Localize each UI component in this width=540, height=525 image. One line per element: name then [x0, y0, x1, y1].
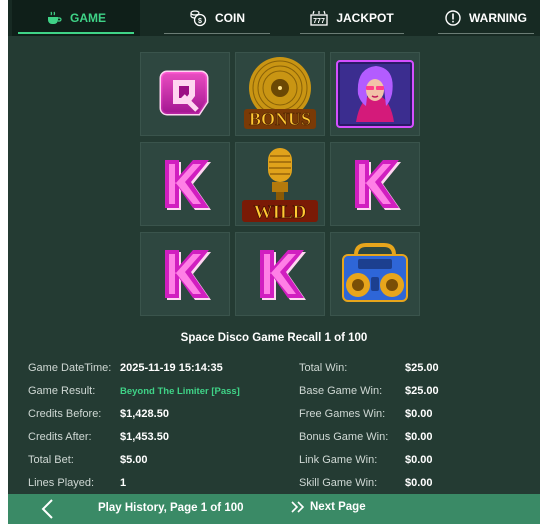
detail-value: $25.00: [405, 385, 439, 397]
tab-jackpot[interactable]: 777 JACKPOT: [294, 0, 410, 36]
detail-label: Lines Played:: [28, 477, 95, 489]
detail-label: Bonus Game Win:: [299, 431, 389, 443]
svg-text:777: 777: [313, 18, 325, 25]
k-symbol: [260, 250, 306, 300]
tab-coin[interactable]: $ COIN: [158, 0, 276, 36]
recall-title: Space Disco Game Recall 1 of 100: [180, 332, 368, 344]
detail-row-base-game-win: Base Game Win: $25.00: [299, 383, 439, 399]
bonus-vinyl-symbol: BONUS: [244, 57, 316, 129]
next-page-button[interactable]: Next Page: [290, 500, 366, 514]
tab-coin-label: COIN: [215, 11, 245, 25]
warning-icon: [445, 10, 461, 26]
detail-value: Beyond The Limiter [Pass]: [120, 385, 240, 397]
tab-bar: GAME $ COIN 777 JACKPOT WARNING: [8, 0, 540, 36]
svg-text:BONUS: BONUS: [249, 109, 311, 129]
detail-label: Credits After:: [28, 431, 92, 443]
detail-row-credits-after: Credits After: $1,453.50: [28, 429, 169, 445]
k-symbol: [165, 160, 211, 210]
reel-cell-q: [140, 52, 230, 136]
wild-microphone-symbol: WILD: [242, 148, 318, 223]
chevron-left-icon: [41, 499, 53, 519]
detail-value: $1,428.50: [120, 408, 169, 420]
disco-girl-symbol: [336, 60, 414, 128]
detail-value: $0.00: [405, 431, 433, 443]
reel-cell-k: [235, 232, 325, 316]
tab-underline: [18, 32, 134, 34]
detail-value: $25.00: [405, 362, 439, 374]
detail-row-total-win: Total Win: $25.00: [299, 360, 439, 376]
tab-underline: [300, 33, 404, 34]
detail-row-game-result: Game Result: Beyond The Limiter [Pass]: [28, 383, 240, 399]
detail-row-lines-played: Lines Played: 1: [28, 475, 126, 491]
k-symbol: [165, 250, 211, 300]
reel-cell-boombox: [330, 232, 420, 316]
detail-label: Base Game Win:: [299, 385, 383, 397]
detail-row-link-game-win: Link Game Win: $0.00: [299, 452, 433, 468]
reel-cell-k: [330, 142, 420, 226]
page-indicator: Play History, Page 1 of 100: [98, 502, 244, 514]
svg-text:$: $: [198, 18, 202, 25]
detail-row-game-datetime: Game DateTime: 2025-11-19 15:14:35: [28, 360, 223, 376]
jackpot-777-icon: 777: [310, 10, 328, 26]
q-symbol: [159, 70, 209, 116]
detail-value: $0.00: [405, 454, 433, 466]
detail-row-total-bet: Total Bet: $5.00: [28, 452, 148, 468]
detail-row-free-games-win: Free Games Win: $0.00: [299, 406, 433, 422]
reel-grid: BONUS WILD: [140, 52, 420, 316]
detail-label: Skill Game Win:: [299, 477, 378, 489]
detail-row-skill-game-win: Skill Game Win: $0.00: [299, 475, 433, 491]
game-recall-panel: GAME $ COIN 777 JACKPOT WARNING BONUS WI…: [8, 0, 540, 524]
boombox-symbol: [342, 243, 408, 302]
detail-label: Game Result:: [28, 385, 96, 397]
detail-label: Credits Before:: [28, 408, 102, 420]
detail-label: Game DateTime:: [28, 362, 112, 374]
tab-game[interactable]: GAME: [12, 0, 140, 36]
tab-warning[interactable]: WARNING: [432, 0, 540, 36]
reel-cell-disco-girl: [330, 52, 420, 136]
next-page-label: Next Page: [310, 501, 366, 513]
tab-underline: [164, 33, 270, 34]
detail-value: $5.00: [120, 454, 148, 466]
k-symbol: [355, 160, 401, 210]
detail-value: $0.00: [405, 408, 433, 420]
detail-label: Total Bet:: [28, 454, 74, 466]
previous-page-button[interactable]: [38, 498, 58, 520]
detail-label: Free Games Win:: [299, 408, 386, 420]
tab-game-label: GAME: [70, 11, 106, 25]
svg-text:WILD: WILD: [254, 202, 307, 223]
reel-cell-k: [140, 232, 230, 316]
detail-value: 1: [120, 477, 127, 489]
coffee-cup-icon: [46, 11, 62, 25]
detail-row-credits-before: Credits Before: $1,428.50: [28, 406, 169, 422]
detail-value: $0.00: [405, 477, 433, 489]
detail-value: $1,453.50: [120, 431, 169, 443]
detail-value: 2025-11-19 15:14:35: [120, 362, 223, 374]
double-chevron-right-icon: [291, 501, 305, 513]
reel-cell-wild: WILD: [235, 142, 325, 226]
tab-underline: [438, 33, 534, 34]
reel-cell-bonus: BONUS: [235, 52, 325, 136]
reel-cell-k: [140, 142, 230, 226]
detail-row-bonus-game-win: Bonus Game Win: $0.00: [299, 429, 433, 445]
footer-bar: Play History, Page 1 of 100 Next Page: [8, 494, 540, 524]
coin-stack-icon: $: [189, 9, 207, 27]
detail-label: Total Win:: [299, 362, 348, 374]
tab-warning-label: WARNING: [469, 11, 527, 25]
tab-jackpot-label: JACKPOT: [336, 11, 394, 25]
detail-label: Link Game Win:: [299, 454, 378, 466]
